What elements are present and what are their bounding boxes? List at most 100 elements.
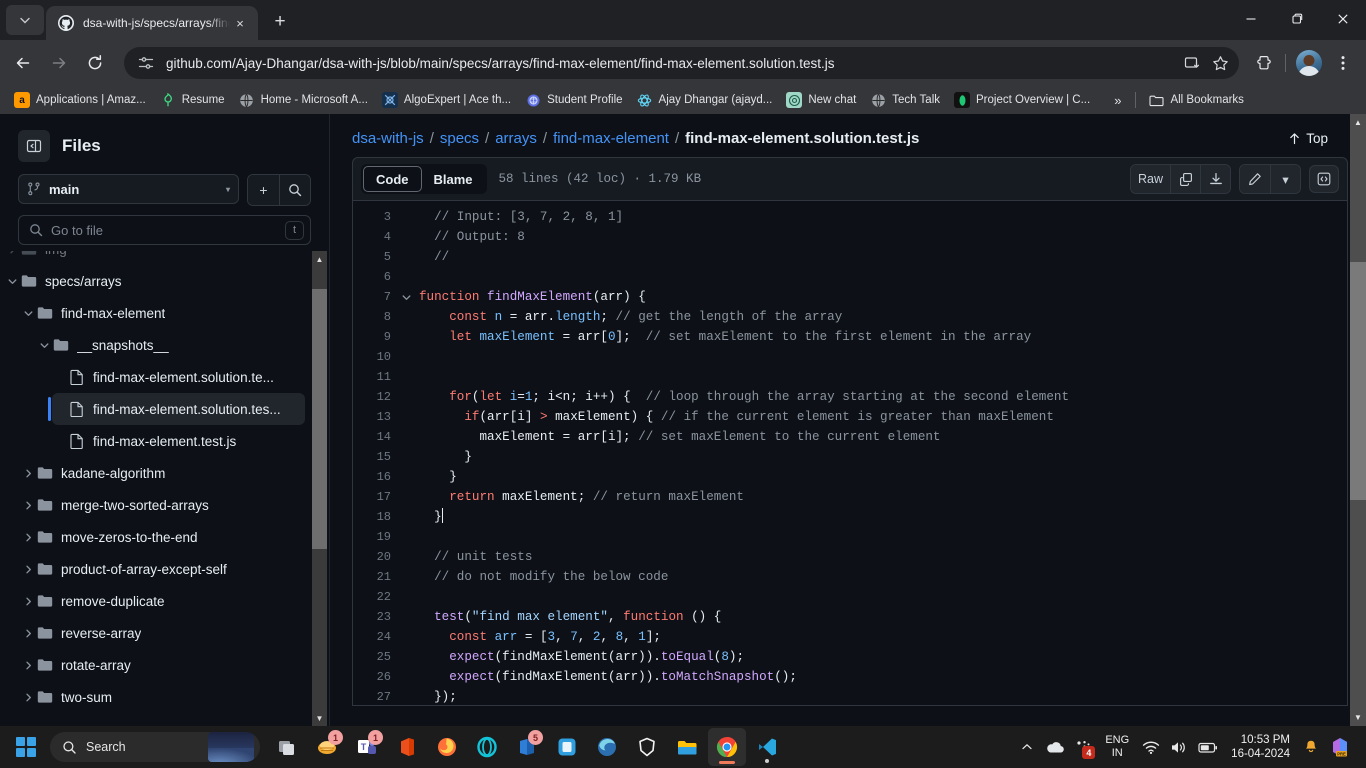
code-line[interactable]: 5 // <box>353 247 1347 267</box>
file-explorer-icon[interactable] <box>668 728 706 766</box>
microsoft-store-icon[interactable]: 5 <box>508 728 546 766</box>
tree-folder-item[interactable]: specs/arrays <box>4 265 305 297</box>
breadcrumb-arrays[interactable]: arrays <box>495 130 537 147</box>
line-number[interactable]: 26 <box>353 667 397 687</box>
brave-icon[interactable] <box>628 728 666 766</box>
top-link[interactable]: Top <box>1288 131 1346 146</box>
line-number[interactable]: 10 <box>353 347 397 367</box>
chevron-right-icon[interactable] <box>20 564 36 575</box>
line-number[interactable]: 24 <box>353 627 397 647</box>
code-line[interactable]: 16 } <box>353 467 1347 487</box>
code-line[interactable]: 27 }); <box>353 687 1347 705</box>
tab-search-button[interactable] <box>6 5 44 35</box>
tree-folder-item[interactable]: product-of-array-except-self <box>20 553 305 585</box>
kebab-menu-icon[interactable] <box>1328 48 1358 78</box>
address-bar[interactable]: github.com/Ajay-Dhangar/dsa-with-js/blob… <box>124 47 1239 79</box>
code-line[interactable]: 12 for(let i=1; i<n; i++) { // loop thro… <box>353 387 1347 407</box>
line-number[interactable]: 16 <box>353 467 397 487</box>
tree-folder-item[interactable]: two-sum <box>20 681 305 713</box>
tree-folder-item[interactable]: rotate-array <box>20 649 305 681</box>
pencil-icon[interactable] <box>1240 165 1270 193</box>
tree-folder-item[interactable]: remove-duplicate <box>20 585 305 617</box>
code-line[interactable]: 24 const arr = [3, 7, 2, 8, 1]; <box>353 627 1347 647</box>
tree-folder-item[interactable]: reverse-array <box>20 617 305 649</box>
page-scrollbar[interactable]: ▲ ▼ <box>1350 114 1366 726</box>
clock[interactable]: 10:53 PM 16-04-2024 <box>1223 733 1298 761</box>
chevron-right-icon[interactable] <box>20 500 36 511</box>
line-number[interactable]: 3 <box>353 207 397 227</box>
google-chrome-icon[interactable] <box>708 728 746 766</box>
bookmark-item[interactable]: Ajay Dhangar (ajayd... <box>631 89 779 111</box>
sidebar-scrollbar[interactable]: ▲ ▼ <box>312 251 327 726</box>
chevron-right-icon[interactable] <box>4 251 20 255</box>
chevron-right-icon[interactable] <box>20 628 36 639</box>
chevron-right-icon[interactable] <box>20 596 36 607</box>
line-number[interactable]: 11 <box>353 367 397 387</box>
tree-file-item[interactable]: find-max-element.solution.te... <box>52 361 305 393</box>
maximize-button[interactable] <box>1274 0 1320 38</box>
tree-file-item[interactable]: find-max-element.solution.tes... <box>48 393 305 425</box>
forward-button[interactable] <box>44 48 74 78</box>
bookmark-item[interactable]: a Applications | Amaz... <box>8 89 152 111</box>
code-line[interactable]: 7 function findMaxElement(arr) { <box>353 287 1347 307</box>
bookmark-item[interactable]: Project Overview | C... <box>948 89 1096 111</box>
bookmark-item[interactable]: AlgoExpert | Ace th... <box>376 89 517 111</box>
line-number[interactable]: 6 <box>353 267 397 287</box>
code-line[interactable]: 15 } <box>353 447 1347 467</box>
snipping-tool-icon[interactable] <box>548 728 586 766</box>
tree-folder-item[interactable]: __snapshots__ <box>36 329 305 361</box>
edit-dropdown-caret[interactable]: ▾ <box>1270 165 1300 193</box>
scroll-down-arrow[interactable]: ▼ <box>312 710 327 726</box>
code-line[interactable]: 22 <box>353 587 1347 607</box>
code-brackets-icon[interactable] <box>1309 165 1339 193</box>
scroll-down-arrow[interactable]: ▼ <box>1350 709 1366 726</box>
scrollbar-thumb[interactable] <box>312 289 327 549</box>
close-window-button[interactable] <box>1320 0 1366 38</box>
wifi-icon[interactable] <box>1137 729 1165 765</box>
start-icon[interactable] <box>6 729 46 765</box>
search-icon[interactable] <box>279 175 310 205</box>
new-tab-button[interactable]: + <box>266 8 294 36</box>
browser-tab[interactable]: dsa-with-js/specs/arrays/find-m × <box>46 6 258 40</box>
language-indicator[interactable]: ENG IN <box>1097 734 1137 760</box>
code-viewer[interactable]: 3 // Input: [3, 7, 2, 8, 1] 4 // Output: … <box>352 201 1348 706</box>
line-number[interactable]: 22 <box>353 587 397 607</box>
code-line[interactable]: 10 <box>353 347 1347 367</box>
code-line[interactable]: 11 <box>353 367 1347 387</box>
copilot-icon[interactable]: 1 <box>308 728 346 766</box>
line-number[interactable]: 7 <box>353 287 397 307</box>
code-line[interactable]: 6 <box>353 267 1347 287</box>
code-line[interactable]: 26 expect(findMaxElement(arr)).toMatchSn… <box>353 667 1347 687</box>
code-line[interactable]: 3 // Input: [3, 7, 2, 8, 1] <box>353 207 1347 227</box>
chevron-right-icon[interactable] <box>20 692 36 703</box>
line-number[interactable]: 5 <box>353 247 397 267</box>
tree-folder-item[interactable]: merge-two-sorted-arrays <box>20 489 305 521</box>
code-line[interactable]: 19 <box>353 527 1347 547</box>
install-app-icon[interactable] <box>1179 50 1205 76</box>
line-number[interactable]: 23 <box>353 607 397 627</box>
breadcrumb-repo[interactable]: dsa-with-js <box>352 130 424 147</box>
tree-folder-item[interactable]: img <box>4 251 305 265</box>
bookmarks-overflow-button[interactable]: » <box>1106 93 1129 108</box>
code-line[interactable]: 25 expect(findMaxElement(arr)).toEqual(8… <box>353 647 1347 667</box>
opera-icon[interactable] <box>468 728 506 766</box>
add-file-button[interactable]: + <box>248 175 279 205</box>
line-number[interactable]: 13 <box>353 407 397 427</box>
task-view-icon[interactable] <box>268 728 306 766</box>
tray-overflow-button[interactable] <box>1014 729 1040 765</box>
line-number[interactable]: 12 <box>353 387 397 407</box>
chevron-right-icon[interactable] <box>20 468 36 479</box>
bookmark-item[interactable]: New chat <box>780 89 862 111</box>
star-icon[interactable] <box>1207 50 1233 76</box>
scroll-up-arrow[interactable]: ▲ <box>312 251 327 267</box>
code-line[interactable]: 20 // unit tests <box>353 547 1347 567</box>
code-line[interactable]: 21 // do not modify the below code <box>353 567 1347 587</box>
minimize-button[interactable] <box>1228 0 1274 38</box>
vs-code-icon[interactable] <box>748 728 786 766</box>
line-number[interactable]: 8 <box>353 307 397 327</box>
back-button[interactable] <box>8 48 38 78</box>
code-line[interactable]: 23 test("find max element", function () … <box>353 607 1347 627</box>
close-icon[interactable]: × <box>230 13 250 33</box>
avatar[interactable] <box>1296 50 1322 76</box>
bookmark-item[interactable]: Student Profile <box>519 89 628 111</box>
